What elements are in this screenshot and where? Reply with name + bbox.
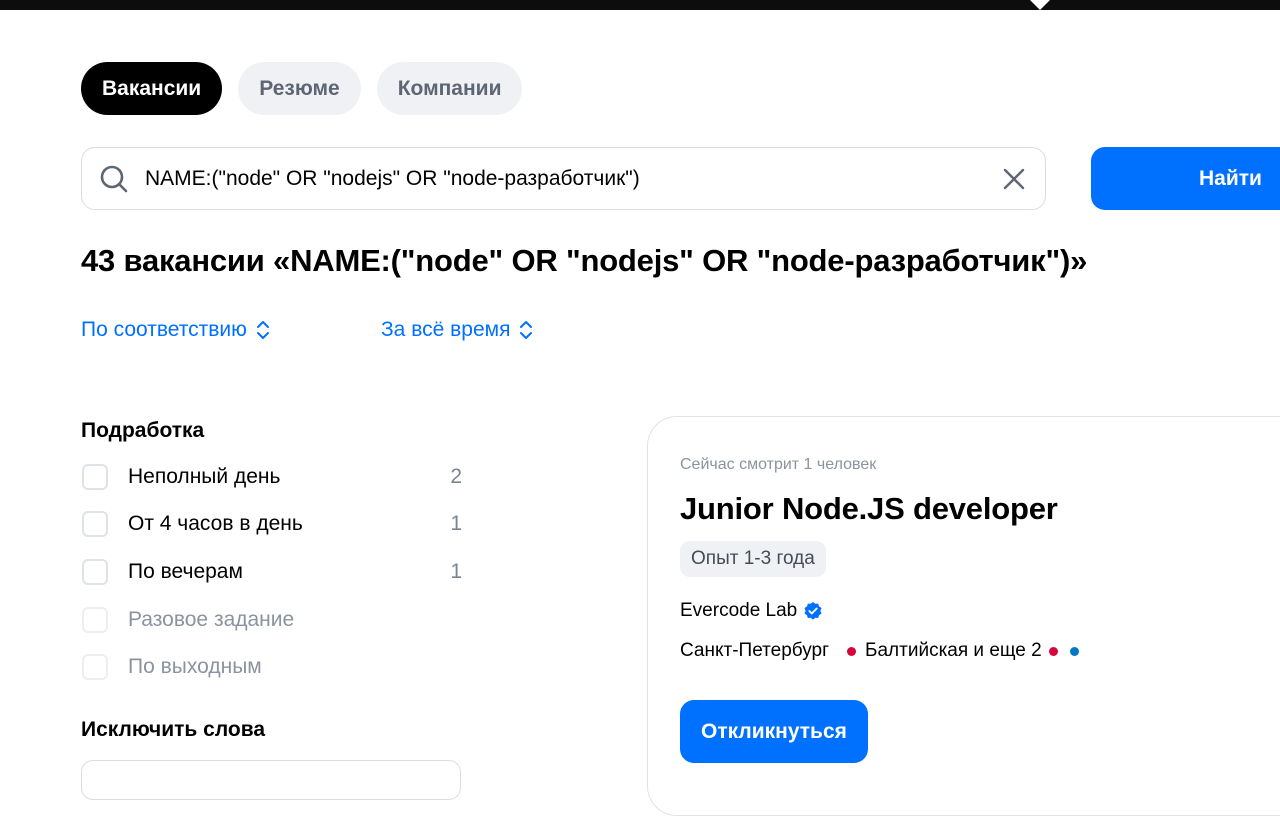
dropdown-pointer <box>1030 0 1050 10</box>
filter-option-label: По вечерам <box>128 560 243 583</box>
filter-option-label: Неполный день <box>128 465 281 488</box>
filter-option[interactable]: Неполный день 2 <box>82 462 462 492</box>
filter-exclude-title: Исключить слова <box>81 718 266 741</box>
filter-option-label: По выходным <box>128 655 262 678</box>
vacancy-location: Санкт-Петербург Балтийская и еще 2 <box>680 640 1079 662</box>
filter-option-label: От 4 часов в день <box>128 512 303 535</box>
top-navigation-bar <box>0 0 1280 10</box>
vacancy-title-link[interactable]: Junior Node.JS developer <box>680 491 1058 527</box>
verified-icon <box>803 601 823 621</box>
filter-option-count: 2 <box>450 465 462 488</box>
sort-relevance-label: По соответствию <box>81 318 247 341</box>
tab-vacancies[interactable]: Вакансии <box>81 62 223 115</box>
close-icon[interactable] <box>1002 167 1026 191</box>
filter-option-disabled: Разовое задание <box>82 605 462 635</box>
search-type-tabs: Вакансии Резюме Компании <box>81 62 523 115</box>
metro-line-dot <box>1069 646 1079 656</box>
filter-option-count: 1 <box>450 512 462 535</box>
checkbox <box>82 607 108 633</box>
checkbox[interactable] <box>82 559 108 585</box>
sort-period-dropdown[interactable]: За всё время <box>381 318 534 342</box>
filter-parttime-title: Подработка <box>81 419 205 442</box>
filter-option-count: 1 <box>450 560 462 583</box>
apply-button[interactable]: Откликнуться <box>680 700 868 763</box>
filter-option-disabled: По выходным <box>82 652 462 682</box>
search-icon <box>99 164 129 194</box>
metro-station: Балтийская и еще 2 <box>865 640 1042 661</box>
exclude-words-input[interactable] <box>81 760 461 800</box>
sort-period-label: За всё время <box>381 318 511 341</box>
experience-badge: Опыт 1-3 года <box>680 541 826 577</box>
chevron-up-down-icon <box>520 321 533 339</box>
tab-companies[interactable]: Компании <box>376 62 523 115</box>
filter-option[interactable]: От 4 часов в день 1 <box>82 509 462 539</box>
search-input[interactable] <box>145 158 995 200</box>
vacancy-card: Сейчас смотрит 1 человек Junior Node.JS … <box>647 416 1280 816</box>
city-name: Санкт-Петербург <box>680 640 830 661</box>
checkbox[interactable] <box>82 464 108 490</box>
checkbox <box>82 654 108 680</box>
filter-option[interactable]: По вечерам 1 <box>82 557 462 587</box>
metro-line-dot <box>847 646 857 656</box>
company-name: Evercode Lab <box>680 600 798 621</box>
search-button[interactable]: Найти <box>1091 147 1280 210</box>
company-link[interactable]: Evercode Lab <box>680 600 823 622</box>
results-heading: 43 вакансии «NAME:("node" OR "nodejs" OR… <box>81 243 1088 278</box>
checkbox[interactable] <box>82 511 108 537</box>
metro-line-dot <box>1048 646 1058 656</box>
filter-option-label: Разовое задание <box>128 608 295 631</box>
sort-relevance-dropdown[interactable]: По соответствию <box>81 318 271 342</box>
search-box <box>81 147 1046 210</box>
chevron-up-down-icon <box>256 321 269 339</box>
tab-resumes[interactable]: Резюме <box>238 62 361 115</box>
viewers-count: Сейчас смотрит 1 человек <box>680 456 877 473</box>
